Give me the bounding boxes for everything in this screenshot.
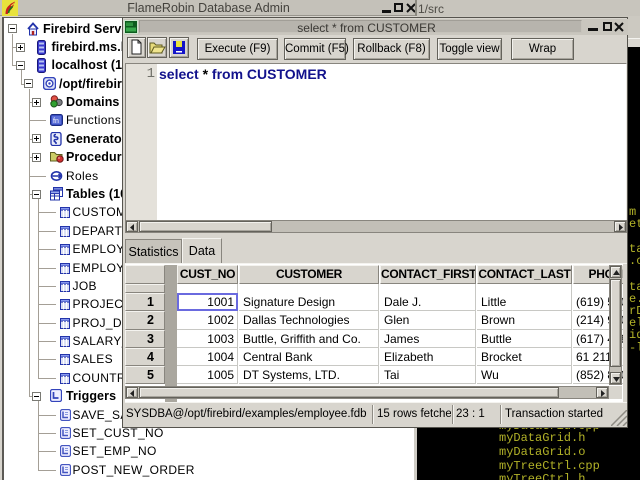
svg-text:fn: fn <box>53 118 59 125</box>
